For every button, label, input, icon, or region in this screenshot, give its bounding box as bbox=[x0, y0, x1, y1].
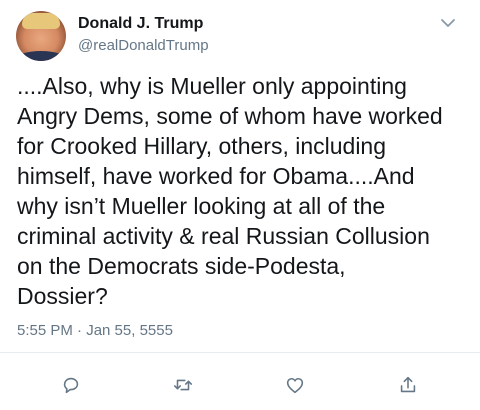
share-icon[interactable] bbox=[396, 373, 420, 397]
reply-icon[interactable] bbox=[59, 373, 83, 397]
avatar[interactable] bbox=[16, 11, 66, 61]
divider bbox=[0, 352, 480, 353]
retweet-icon[interactable] bbox=[171, 373, 195, 397]
tweet-card: Donald J. Trump @realDonaldTrump ....Als… bbox=[0, 0, 480, 410]
avatar-hair bbox=[22, 13, 60, 29]
chevron-down-icon[interactable] bbox=[438, 13, 458, 33]
like-icon[interactable] bbox=[283, 373, 307, 397]
tweet-timestamp[interactable]: 5:55 PM · Jan 55, 5555 bbox=[17, 322, 173, 339]
author-handle[interactable]: @realDonaldTrump bbox=[78, 37, 209, 54]
tweet-text: ....Also, why is Mueller only appointing… bbox=[17, 73, 443, 309]
avatar-suit bbox=[16, 51, 66, 61]
author-name[interactable]: Donald J. Trump bbox=[78, 15, 203, 33]
